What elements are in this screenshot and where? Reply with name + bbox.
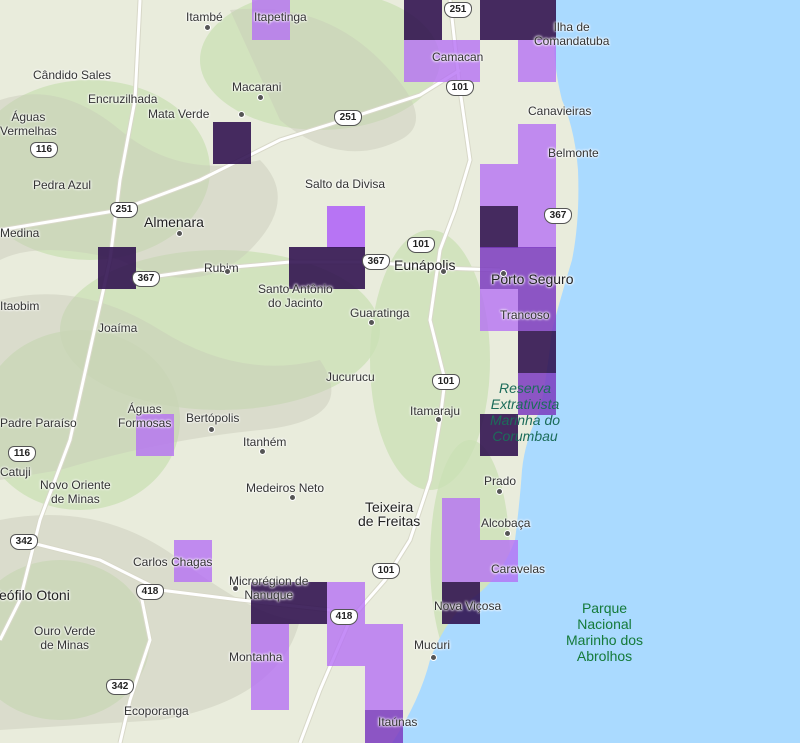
place-label-itaobim[interactable]: Itaobim bbox=[0, 299, 39, 313]
heatmap-cell-mata-verde[interactable] bbox=[213, 122, 251, 164]
town-dot bbox=[238, 111, 245, 118]
highway-shield-br-251-west: 251 bbox=[110, 202, 138, 218]
place-label-camacan[interactable]: Camacan bbox=[432, 50, 483, 64]
heatmap-cell-camacan-top[interactable] bbox=[404, 0, 442, 40]
place-label-aguas-vermelhas[interactable]: Águas Vermelhas bbox=[0, 110, 57, 138]
place-label-nova-vicosa[interactable]: Nova Viçosa bbox=[434, 599, 501, 613]
highway-shield-br-418-chagas: 418 bbox=[136, 584, 164, 600]
place-label-jucurucu[interactable]: Jucurucu bbox=[326, 370, 375, 384]
place-label-bertopolis[interactable]: Bertópolis bbox=[186, 411, 239, 425]
place-label-prado[interactable]: Prado bbox=[484, 474, 516, 488]
highway-shield-br-367-almenara: 367 bbox=[132, 271, 160, 287]
heatmap-cell-almenara-west[interactable] bbox=[98, 247, 136, 289]
town-dot bbox=[368, 319, 375, 326]
highway-shield-br-101-eunapolis: 101 bbox=[407, 237, 435, 253]
heatmap-cell-trancoso-3[interactable] bbox=[518, 331, 556, 373]
town-dot bbox=[232, 585, 239, 592]
place-label-medeiros-neto[interactable]: Medeiros Neto bbox=[246, 481, 324, 495]
heatmap-cell-teixeira-1[interactable] bbox=[442, 498, 480, 540]
place-label-catuji[interactable]: Catuji bbox=[0, 465, 31, 479]
park-label-abrolhos[interactable]: Parque Nacional Marinho dos Abrolhos bbox=[566, 600, 643, 664]
highway-shield-br-101-teixeira: 101 bbox=[372, 563, 400, 579]
place-label-encruzilhada[interactable]: Encruzilhada bbox=[88, 92, 157, 106]
place-label-novo-oriente-de-minas[interactable]: Novo Oriente de Minas bbox=[40, 478, 111, 506]
town-dot bbox=[440, 268, 447, 275]
highway-shield-br-342-west: 342 bbox=[10, 534, 38, 550]
highway-shield-br-101-camacan: 101 bbox=[446, 80, 474, 96]
heatmap-cell-mucuri-2[interactable] bbox=[365, 624, 403, 666]
heatmap-cell-montanha-2[interactable] bbox=[251, 666, 289, 710]
highway-shield-br-116-north: 116 bbox=[30, 142, 58, 158]
town-dot bbox=[259, 448, 266, 455]
place-label-itambe[interactable]: Itambé bbox=[186, 10, 223, 24]
heatmap-cell-belmonte-3[interactable] bbox=[518, 164, 556, 206]
heatmap-cell-belmonte-5[interactable] bbox=[480, 206, 518, 248]
place-label-belmonte[interactable]: Belmonte bbox=[548, 146, 599, 160]
place-label-carlos-chagas[interactable]: Carlos Chagas bbox=[133, 555, 212, 569]
water-label-reserva-corumbau: Reserva Extrativista Marinha do Corumbau bbox=[490, 380, 561, 444]
town-dot bbox=[208, 426, 215, 433]
town-dot bbox=[257, 94, 264, 101]
place-label-aguas-formosas[interactable]: Águas Formosas bbox=[118, 402, 171, 430]
place-label-macarani[interactable]: Macarani bbox=[232, 80, 281, 94]
heatmap-cell-teixeira-2[interactable] bbox=[442, 540, 480, 582]
highway-shield-br-342-south: 342 bbox=[106, 679, 134, 695]
place-label-alcobaca[interactable]: Alcobaça bbox=[481, 516, 530, 530]
place-label-montanha[interactable]: Montanha bbox=[229, 650, 282, 664]
place-label-pedra-azul[interactable]: Pedra Azul bbox=[33, 178, 91, 192]
place-label-medina[interactable]: Medina bbox=[0, 226, 39, 240]
heatmap-cell-mucuri-3[interactable] bbox=[365, 666, 403, 710]
town-dot bbox=[224, 268, 231, 275]
place-label-ouro-verde-de-minas[interactable]: Ouro Verde de Minas bbox=[34, 624, 95, 652]
heatmap-cell-mucuri-1[interactable] bbox=[327, 624, 365, 666]
heatmap-cell-br251-top[interactable] bbox=[480, 0, 518, 40]
place-label-itaunas[interactable]: Itaúnas bbox=[378, 715, 417, 729]
town-dot bbox=[289, 494, 296, 501]
heatmap-cell-belmonte-2[interactable] bbox=[480, 164, 518, 206]
place-label-itamaraju[interactable]: Itamaraju bbox=[410, 404, 460, 418]
highway-shield-br-418-nanuque: 418 bbox=[330, 609, 358, 625]
highway-shield-br-251-mid: 251 bbox=[334, 110, 362, 126]
town-dot bbox=[500, 270, 507, 277]
place-label-ecoporanga[interactable]: Ecoporanga bbox=[124, 704, 189, 718]
map-canvas[interactable]: Itambé Itapetinga Ilha de Comandatuba Cândid… bbox=[0, 0, 800, 743]
place-label-padre-paraiso[interactable]: Padre Paraíso bbox=[0, 416, 77, 430]
place-label-guaratinga[interactable]: Guaratinga bbox=[350, 306, 409, 320]
town-dot bbox=[435, 416, 442, 423]
place-label-trancoso[interactable]: Trancoso bbox=[500, 308, 550, 322]
highway-shield-br-251-north: 251 bbox=[444, 2, 472, 18]
place-label-mucuri[interactable]: Mucuri bbox=[414, 638, 450, 652]
town-dot bbox=[504, 530, 511, 537]
town-dot bbox=[176, 230, 183, 237]
place-label-candido-sales[interactable]: Cândido Sales bbox=[33, 68, 111, 82]
place-label-santo-antonio-do-jacinto[interactable]: Santo Antônio do Jacinto bbox=[258, 282, 333, 310]
place-label-mata-verde[interactable]: Mata Verde bbox=[148, 107, 209, 121]
place-label-itanhem[interactable]: Itanhém bbox=[243, 435, 286, 449]
highway-shield-br-367-santo-antonio: 367 bbox=[362, 254, 390, 270]
highway-shield-br-367-east: 367 bbox=[544, 208, 572, 224]
town-dot bbox=[204, 24, 211, 31]
place-label-microrregiao-de-nanuque[interactable]: Microrégion de Nanuque bbox=[229, 574, 308, 602]
place-label-caravelas[interactable]: Caravelas bbox=[491, 562, 545, 576]
place-label-joaima[interactable]: Joaíma bbox=[98, 321, 137, 335]
place-label-itapetinga[interactable]: Itapetinga bbox=[254, 10, 307, 24]
heatmap-cell-salto-da-divisa[interactable] bbox=[327, 206, 365, 247]
place-label-teofilo-otoni[interactable]: Teófilo Otoni bbox=[0, 588, 70, 602]
place-label-canavieiras[interactable]: Canavieiras bbox=[528, 104, 591, 118]
place-label-rubim[interactable]: Rubim bbox=[204, 261, 239, 275]
place-label-almenara[interactable]: Almenara bbox=[144, 215, 204, 229]
place-label-salto-da-divisa[interactable]: Salto da Divisa bbox=[305, 177, 385, 191]
highway-shield-br-101-itamaraju: 101 bbox=[432, 374, 460, 390]
place-label-teixeira-de-freitas[interactable]: Teixeira de Freitas bbox=[358, 500, 420, 528]
place-label-ilha-de-comandatuba[interactable]: Ilha de Comandatuba bbox=[534, 20, 609, 48]
highway-shield-br-116-south: 116 bbox=[8, 446, 36, 462]
town-dot bbox=[496, 488, 503, 495]
town-dot bbox=[430, 654, 437, 661]
